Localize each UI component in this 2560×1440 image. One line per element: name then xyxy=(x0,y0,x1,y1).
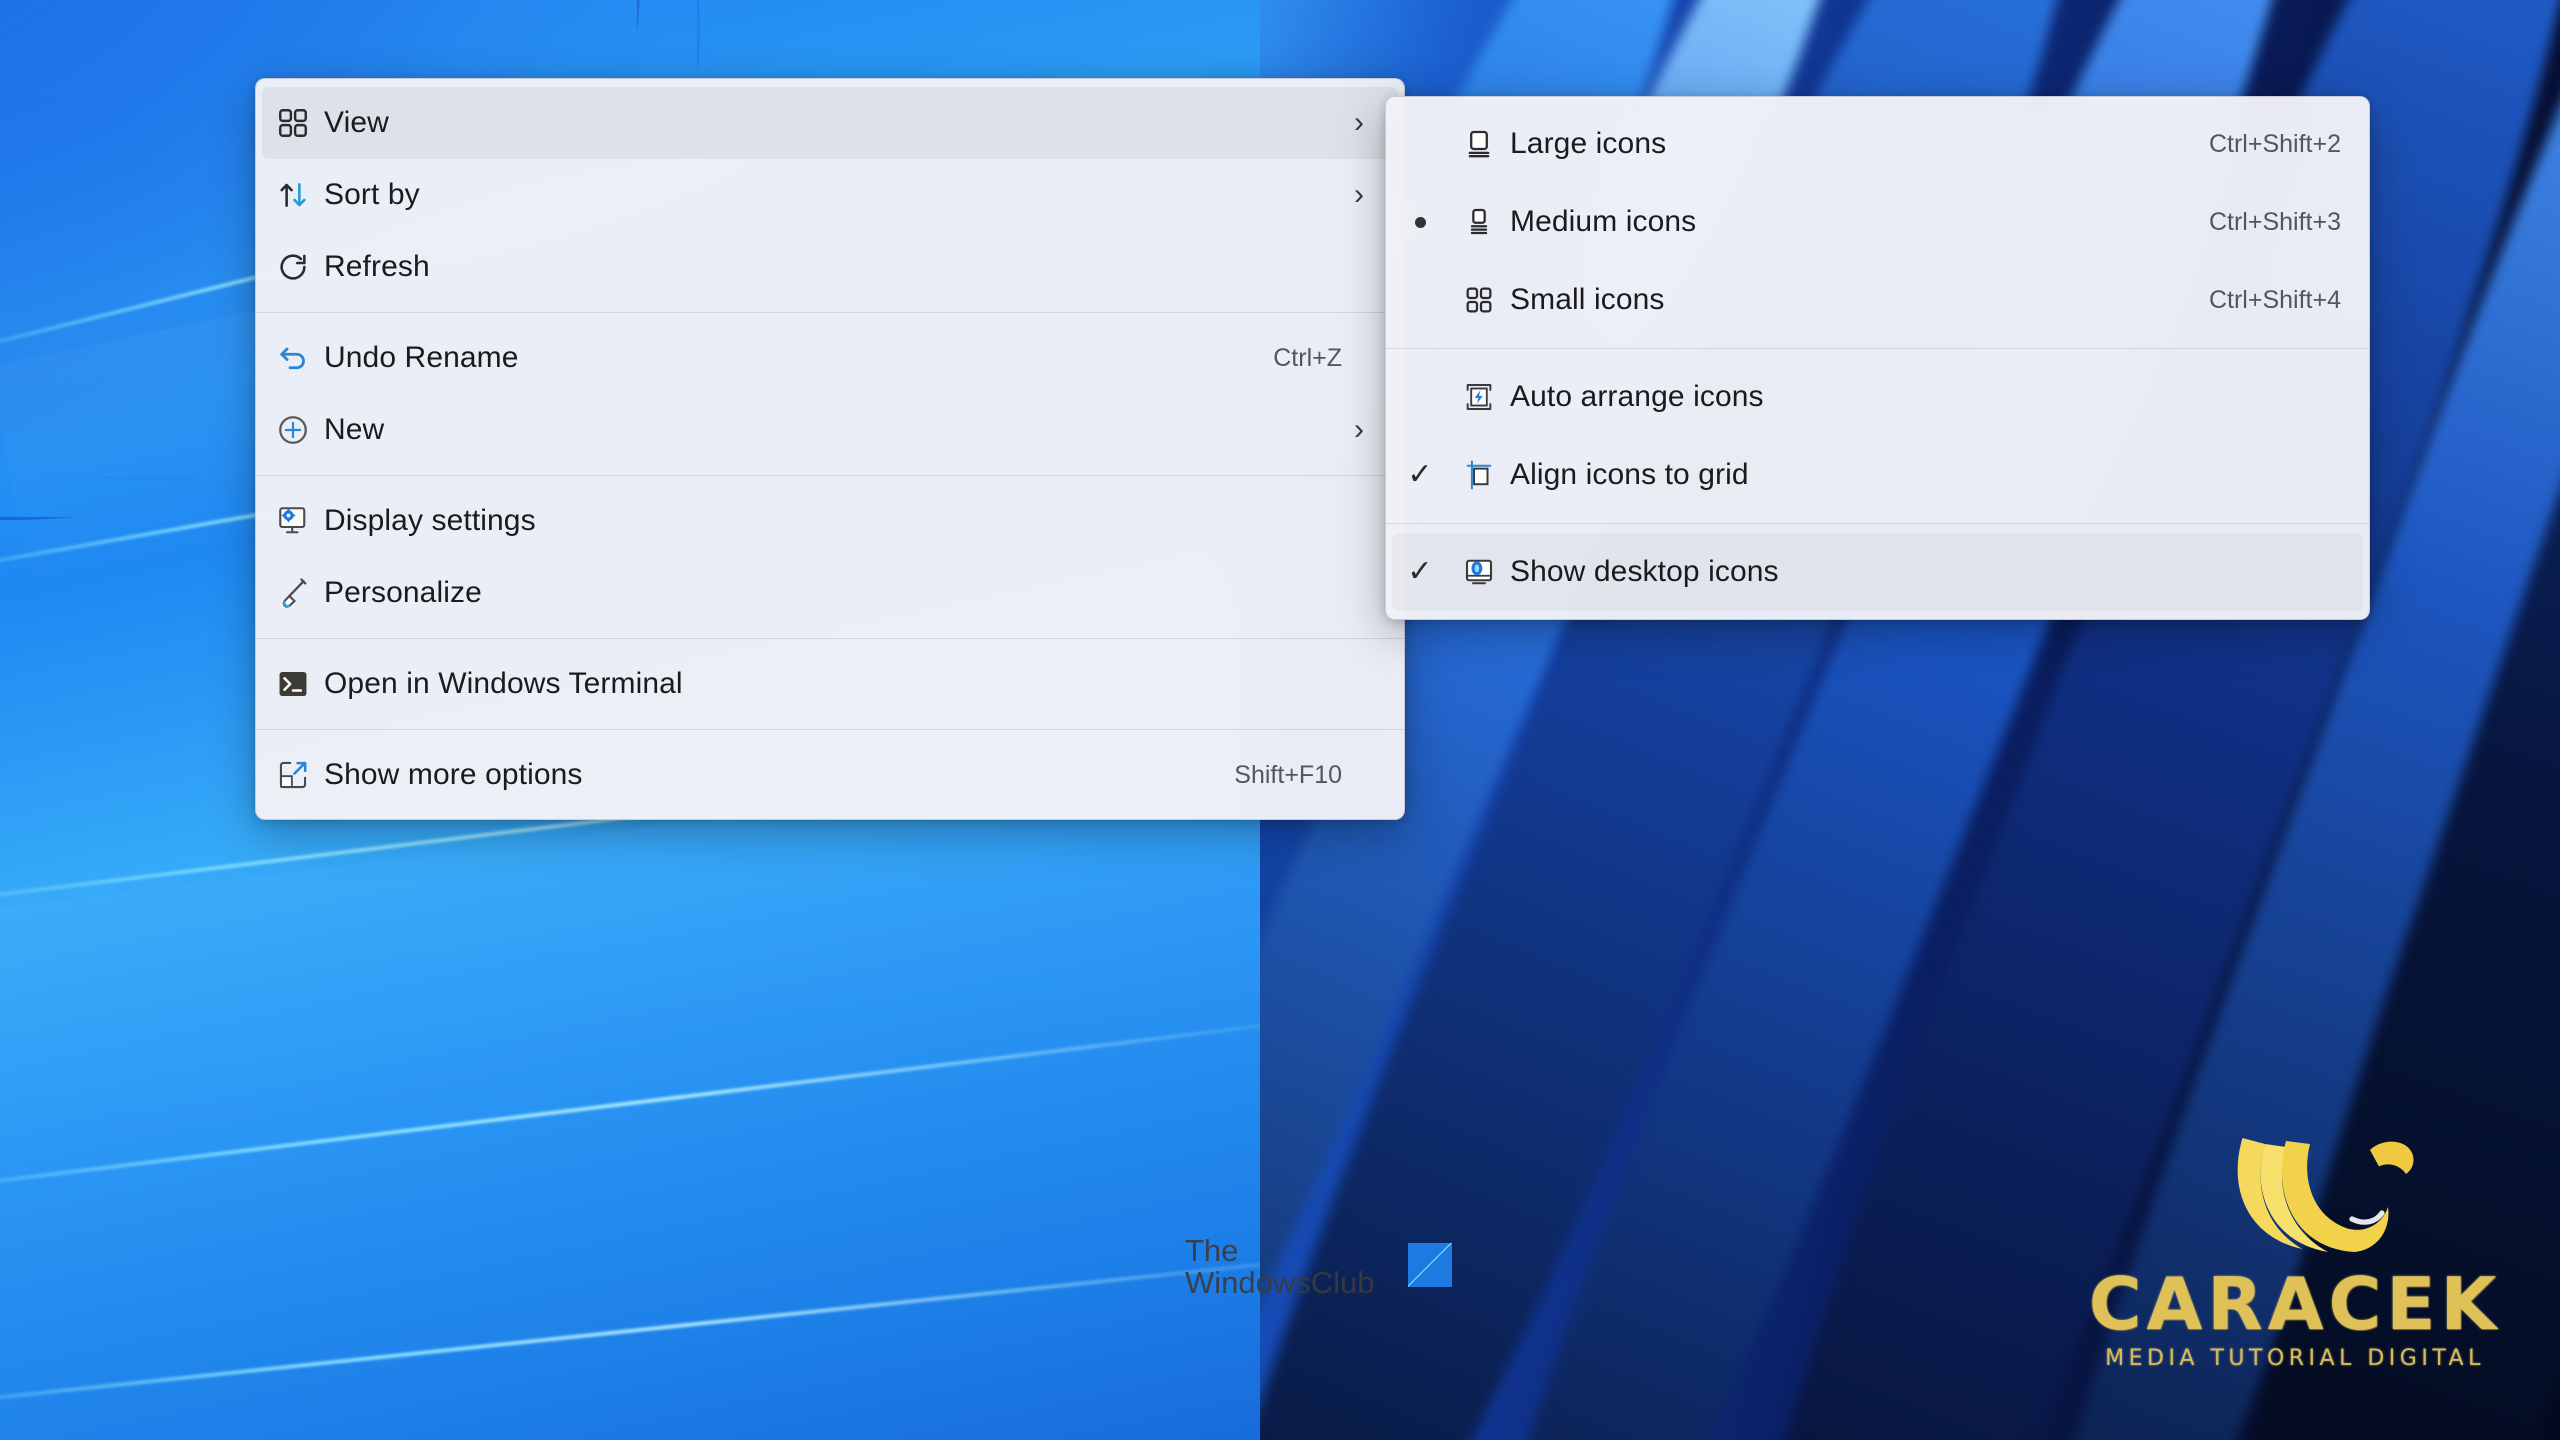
watermark-line-2: WindowsClub xyxy=(1185,1264,1375,1300)
caracek-logo: CARACEK MEDIA TUTORIAL DIGITAL xyxy=(2060,1120,2530,1371)
menu-item-personalize[interactable]: Personalize xyxy=(262,557,1398,629)
menu-item-label: Refresh xyxy=(324,250,430,283)
watermark-line-1: The xyxy=(1185,1233,1239,1268)
windowsclub-watermark: The WindowsClub xyxy=(1185,1235,1375,1298)
menu-separator xyxy=(256,312,1404,313)
banana-bunch-icon xyxy=(2060,1120,2530,1270)
menu-item-label: View xyxy=(324,106,389,139)
submenu-item-accelerator: Ctrl+Shift+2 xyxy=(2208,129,2341,158)
menu-item-sort-by[interactable]: Sort by › xyxy=(262,159,1398,231)
sort-arrows-icon xyxy=(262,178,324,212)
plus-circle-icon xyxy=(262,413,324,447)
submenu-item-label: Large icons xyxy=(1510,127,1667,160)
submenu-item-label: Medium icons xyxy=(1510,205,1697,238)
desktop-background: View › Sort by › Refresh Undo Rename Ctr… xyxy=(0,0,2560,1440)
menu-item-label: Open in Windows Terminal xyxy=(324,667,683,700)
menu-item-new[interactable]: New › xyxy=(262,394,1398,466)
submenu-item-accelerator: Ctrl+Shift+3 xyxy=(2208,207,2341,236)
medium-icon-tile-icon xyxy=(1448,205,1510,239)
menu-item-label: Show more options xyxy=(324,758,583,791)
show-desktop-icons-icon xyxy=(1448,554,1510,590)
submenu-item-label: Auto arrange icons xyxy=(1510,380,1764,413)
submenu-separator xyxy=(1386,348,2369,349)
radio-selected-icon xyxy=(1392,216,1448,228)
checkmark-icon: ✓ xyxy=(1407,555,1433,588)
windowsclub-logo-icon xyxy=(1408,1243,1452,1287)
submenu-item-label: Small icons xyxy=(1510,283,1665,316)
menu-item-label: Undo Rename xyxy=(324,341,519,374)
chevron-right-icon: › xyxy=(1354,178,1364,211)
small-icon-tiles-icon xyxy=(1448,284,1510,316)
chevron-right-icon: › xyxy=(1354,413,1364,446)
terminal-icon xyxy=(262,667,324,701)
submenu-item-small-icons[interactable]: Small icons Ctrl+Shift+4 xyxy=(1392,261,2363,339)
menu-separator xyxy=(256,475,1404,476)
menu-item-label: New xyxy=(324,413,385,446)
monitor-settings-icon xyxy=(262,503,324,539)
menu-separator xyxy=(256,729,1404,730)
menu-item-accelerator: Ctrl+Z xyxy=(1273,343,1342,372)
submenu-item-large-icons[interactable]: Large icons Ctrl+Shift+2 xyxy=(1392,105,2363,183)
menu-item-display-settings[interactable]: Display settings xyxy=(262,485,1398,557)
paintbrush-icon xyxy=(262,575,324,611)
submenu-item-label: Show desktop icons xyxy=(1510,555,1779,588)
menu-item-label: Personalize xyxy=(324,576,482,609)
menu-item-refresh[interactable]: Refresh xyxy=(262,231,1398,303)
submenu-item-medium-icons[interactable]: Medium icons Ctrl+Shift+3 xyxy=(1392,183,2363,261)
checkmark-icon: ✓ xyxy=(1407,458,1433,491)
menu-item-undo-rename[interactable]: Undo Rename Ctrl+Z xyxy=(262,322,1398,394)
chevron-right-icon: › xyxy=(1354,106,1364,139)
desktop-context-menu[interactable]: View › Sort by › Refresh Undo Rename Ctr… xyxy=(255,78,1405,820)
menu-item-show-more-options[interactable]: Show more options Shift+F10 xyxy=(262,739,1398,811)
submenu-separator xyxy=(1386,523,2369,524)
menu-item-open-in-windows-terminal[interactable]: Open in Windows Terminal xyxy=(262,648,1398,720)
submenu-item-align-icons-to-grid[interactable]: ✓ Align icons to grid xyxy=(1392,436,2363,514)
menu-item-label: Display settings xyxy=(324,504,536,537)
submenu-item-show-desktop-icons[interactable]: ✓ Show desktop icons xyxy=(1392,533,2363,611)
menu-separator xyxy=(256,638,1404,639)
caracek-brand-text: CARACEK xyxy=(2088,1262,2502,1346)
submenu-item-accelerator: Ctrl+Shift+4 xyxy=(2208,285,2341,314)
menu-item-label: Sort by xyxy=(324,178,420,211)
show-more-options-icon xyxy=(262,758,324,792)
view-submenu[interactable]: Large icons Ctrl+Shift+2 Medium icons Ct… xyxy=(1385,96,2370,620)
undo-arrow-icon xyxy=(262,340,324,376)
submenu-item-auto-arrange-icons[interactable]: Auto arrange icons xyxy=(1392,358,2363,436)
auto-arrange-icon xyxy=(1448,380,1510,414)
grid-view-icon xyxy=(262,106,324,140)
submenu-item-label: Align icons to grid xyxy=(1510,458,1749,491)
refresh-icon xyxy=(262,250,324,284)
large-icon-tile-icon xyxy=(1448,127,1510,161)
align-grid-icon xyxy=(1448,458,1510,492)
menu-item-accelerator: Shift+F10 xyxy=(1234,760,1342,789)
caracek-tagline-text: MEDIA TUTORIAL DIGITAL xyxy=(2105,1346,2485,1372)
menu-item-view[interactable]: View › xyxy=(262,87,1398,159)
